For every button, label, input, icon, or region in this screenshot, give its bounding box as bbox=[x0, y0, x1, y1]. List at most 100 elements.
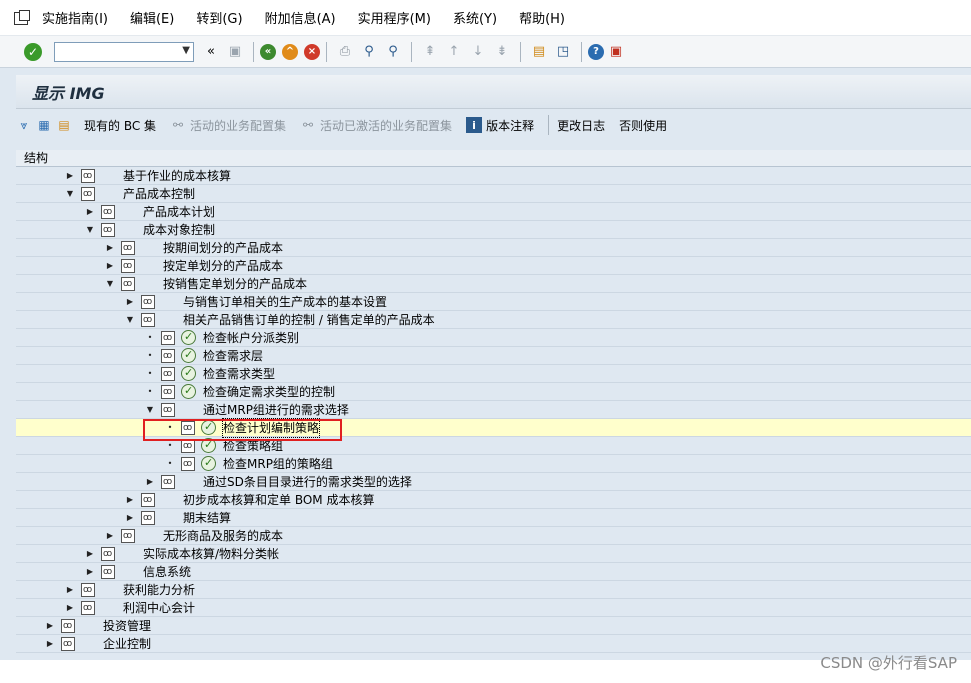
execute-activity-icon[interactable] bbox=[201, 454, 216, 472]
tree-node-label[interactable]: 产品成本计划 bbox=[143, 203, 215, 221]
documentation-icon[interactable] bbox=[101, 221, 115, 239]
documentation-icon[interactable] bbox=[161, 383, 175, 401]
documentation-icon[interactable] bbox=[121, 239, 135, 257]
find-next-icon[interactable]: ⚲ bbox=[384, 43, 402, 61]
expand-arrow-icon[interactable]: ▶ bbox=[65, 581, 75, 599]
expand-arrow-icon[interactable]: ▶ bbox=[145, 473, 155, 491]
documentation-icon[interactable] bbox=[181, 437, 195, 455]
tree-node[interactable]: ▶ 信息系统 bbox=[16, 563, 971, 581]
tree-node[interactable]: ▼ 按销售定单划分的产品成本 bbox=[16, 275, 971, 293]
back-icon[interactable]: « bbox=[260, 43, 276, 60]
documentation-icon[interactable] bbox=[121, 527, 135, 545]
tree-node-label[interactable]: 产品成本控制 bbox=[123, 185, 195, 203]
documentation-icon[interactable] bbox=[61, 635, 75, 653]
expand-arrow-icon[interactable]: ▶ bbox=[125, 293, 135, 311]
tree-node[interactable]: ▶ 按定单划分的产品成本 bbox=[16, 257, 971, 275]
tree-node-label[interactable]: 实际成本核算/物料分类帐 bbox=[143, 545, 279, 563]
documentation-icon[interactable] bbox=[101, 545, 115, 563]
tree-node-label[interactable]: 信息系统 bbox=[143, 563, 191, 581]
tree-node[interactable]: ▶ 按期间划分的产品成本 bbox=[16, 239, 971, 257]
tree-node-label[interactable]: 获利能力分析 bbox=[123, 581, 195, 599]
expand-arrow-icon[interactable]: ▶ bbox=[105, 527, 115, 545]
tree-node-label[interactable]: 按销售定单划分的产品成本 bbox=[163, 275, 307, 293]
documentation-icon[interactable] bbox=[161, 365, 175, 383]
documentation-icon[interactable] bbox=[161, 347, 175, 365]
release-notes-button[interactable]: i 版本注释 bbox=[466, 117, 534, 134]
tree-node[interactable]: ▼ 相关产品销售订单的控制 / 销售定单的产品成本 bbox=[16, 311, 971, 329]
tree-node[interactable]: ▶ 企业控制 bbox=[16, 635, 971, 653]
expand-arrow-icon[interactable]: ▶ bbox=[105, 239, 115, 257]
tree-node[interactable]: • 检查确定需求类型的控制 bbox=[16, 382, 971, 401]
execute-activity-icon[interactable] bbox=[181, 382, 196, 400]
documentation-icon[interactable] bbox=[161, 473, 175, 491]
expand-arrow-icon[interactable]: ▶ bbox=[85, 203, 95, 221]
tree-node[interactable]: ▶ 与销售订单相关的生产成本的基本设置 bbox=[16, 293, 971, 311]
tree-node-label[interactable]: 检查需求类型 bbox=[203, 365, 275, 383]
bookmark-icon[interactable]: ▤ bbox=[56, 117, 72, 133]
find-icon[interactable]: ⚲ bbox=[360, 43, 378, 61]
menu-extras[interactable]: 附加信息(A) bbox=[265, 8, 336, 27]
documentation-icon[interactable] bbox=[81, 599, 95, 617]
tree-node-label[interactable]: 利润中心会计 bbox=[123, 599, 195, 617]
help-icon[interactable]: ? bbox=[588, 43, 604, 60]
tree-node-label[interactable]: 初步成本核算和定单 BOM 成本核算 bbox=[183, 491, 374, 509]
cancel-icon[interactable]: × bbox=[304, 43, 320, 60]
documentation-icon[interactable] bbox=[101, 203, 115, 221]
tree-node-label[interactable]: 相关产品销售订单的控制 / 销售定单的产品成本 bbox=[183, 311, 435, 329]
menu-edit[interactable]: 编辑(E) bbox=[130, 8, 174, 27]
dropdown-arrow-icon[interactable]: ▼ bbox=[182, 45, 190, 56]
expand-arrow-icon[interactable]: ▶ bbox=[125, 491, 135, 509]
tree-node-label[interactable]: 检查需求层 bbox=[203, 347, 263, 365]
collapse-arrow-icon[interactable]: ▼ bbox=[85, 221, 95, 239]
expand-arrow-icon[interactable]: ▶ bbox=[85, 545, 95, 563]
tree-node[interactable]: • 检查帐户分派类别 bbox=[16, 328, 971, 347]
tree-node[interactable]: ▶ 基于作业的成本核算 bbox=[16, 167, 971, 185]
tree-node-label[interactable]: 成本对象控制 bbox=[143, 221, 215, 239]
tree-node[interactable]: ▼ 成本对象控制 bbox=[16, 221, 971, 239]
enter-check-icon[interactable]: ✓ bbox=[24, 42, 42, 61]
tree-node-label[interactable]: 检查MRP组的策略组 bbox=[223, 455, 333, 473]
tree-node-label[interactable]: 通过SD条目目录进行的需求类型的选择 bbox=[203, 473, 412, 491]
documentation-icon[interactable] bbox=[181, 455, 195, 473]
documentation-icon[interactable] bbox=[141, 509, 155, 527]
documentation-icon[interactable] bbox=[141, 491, 155, 509]
customize-layout-icon[interactable]: ▣ bbox=[607, 43, 625, 61]
tree-node-label[interactable]: 通过MRP组进行的需求选择 bbox=[203, 401, 349, 419]
last-page-icon[interactable]: ⇟ bbox=[493, 43, 511, 61]
documentation-icon[interactable] bbox=[61, 617, 75, 635]
tree-node[interactable]: ▼ 产品成本控制 bbox=[16, 185, 971, 203]
collapse-arrow-icon[interactable]: ▼ bbox=[105, 275, 115, 293]
expand-arrow-icon[interactable]: ▶ bbox=[125, 509, 135, 527]
tree-node-label[interactable]: 基于作业的成本核算 bbox=[123, 167, 231, 185]
save-icon[interactable]: ▣ bbox=[226, 43, 244, 61]
double-left-icon[interactable]: « bbox=[202, 43, 220, 61]
tree-node-label[interactable]: 按定单划分的产品成本 bbox=[163, 257, 283, 275]
documentation-icon[interactable] bbox=[81, 185, 95, 203]
system-menu-icon[interactable] bbox=[14, 9, 32, 26]
documentation-icon[interactable] bbox=[81, 581, 95, 599]
tree-node[interactable]: ▶ 投资管理 bbox=[16, 617, 971, 635]
new-session-icon[interactable]: ▤ bbox=[530, 43, 548, 61]
collapse-arrow-icon[interactable]: ▼ bbox=[125, 311, 135, 329]
tree-node[interactable]: ▶ 产品成本计划 bbox=[16, 203, 971, 221]
documentation-icon[interactable] bbox=[81, 167, 95, 185]
menu-goto[interactable]: 转到(G) bbox=[196, 8, 242, 27]
execute-activity-icon[interactable] bbox=[181, 364, 196, 382]
print-icon[interactable]: ⎙ bbox=[336, 43, 354, 61]
expand-arrow-icon[interactable]: ▶ bbox=[65, 167, 75, 185]
tree-node-label[interactable]: 投资管理 bbox=[103, 617, 151, 635]
tree-node-label[interactable]: 按期间划分的产品成本 bbox=[163, 239, 283, 257]
execute-activity-icon[interactable] bbox=[181, 328, 196, 346]
tree-node-label[interactable]: 期末结算 bbox=[183, 509, 231, 527]
tree-node[interactable]: • 检查MRP组的策略组 bbox=[16, 454, 971, 473]
tree-node-label[interactable]: 与销售订单相关的生产成本的基本设置 bbox=[183, 293, 387, 311]
documentation-icon[interactable] bbox=[141, 293, 155, 311]
command-field[interactable]: ▼ bbox=[54, 41, 194, 62]
documentation-icon[interactable] bbox=[121, 275, 135, 293]
tree-node[interactable]: ▼ 通过MRP组进行的需求选择 bbox=[16, 401, 971, 419]
tree-node[interactable]: ▶ 初步成本核算和定单 BOM 成本核算 bbox=[16, 491, 971, 509]
active-config-set-button[interactable]: ⚯ 活动的业务配置集 bbox=[170, 117, 286, 134]
expand-arrow-icon[interactable]: ▶ bbox=[65, 599, 75, 617]
documentation-icon[interactable] bbox=[161, 401, 175, 419]
tree-node-label[interactable]: 企业控制 bbox=[103, 635, 151, 653]
